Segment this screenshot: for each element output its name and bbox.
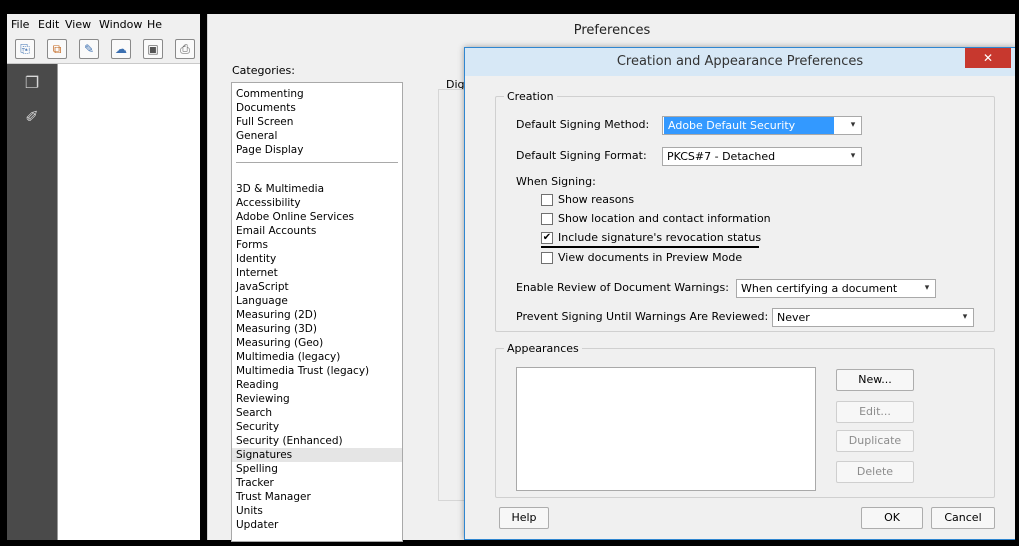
appearances-list[interactable] <box>516 367 816 491</box>
pages-icon[interactable]: ❐ <box>21 72 43 94</box>
category-item[interactable]: Adobe Online Services <box>236 210 354 224</box>
category-item[interactable]: Measuring (3D) <box>236 322 317 336</box>
category-item[interactable]: Trust Manager <box>236 490 311 504</box>
category-item[interactable]: Reading <box>236 378 279 392</box>
chevron-down-icon: ▾ <box>957 309 973 326</box>
combine-files-icon[interactable]: ⧉ <box>47 39 67 59</box>
chevron-down-icon: ▾ <box>845 148 861 165</box>
annotation-underline <box>541 246 759 248</box>
category-item[interactable]: Identity <box>236 252 276 266</box>
creation-group: Creation Default Signing Method: Adobe D… <box>495 90 995 332</box>
category-item[interactable]: Email Accounts <box>236 224 316 238</box>
category-item[interactable]: Search <box>236 406 272 420</box>
attachments-icon[interactable]: ✐ <box>21 106 43 128</box>
category-item[interactable]: Spelling <box>236 462 278 476</box>
close-icon[interactable]: ✕ <box>965 48 1011 68</box>
default-signing-format-label: Default Signing Format: <box>516 149 647 162</box>
screen-border-top <box>0 0 1019 14</box>
navigation-pane: ❐ ✐ <box>7 64 57 540</box>
screen-border-bottom <box>0 540 1019 546</box>
categories-list[interactable]: Commenting Documents Full Screen General… <box>231 82 403 542</box>
category-item[interactable]: 3D & Multimedia <box>236 182 324 196</box>
category-item[interactable]: Units <box>236 504 263 518</box>
appearances-group: Appearances New... Edit... Duplicate Del… <box>495 342 995 498</box>
category-item[interactable]: Updater <box>236 518 278 532</box>
menu-view[interactable]: View <box>65 18 91 31</box>
dialog-title: Creation and Appearance Preferences <box>616 54 864 69</box>
document-area <box>57 64 207 540</box>
include-revocation-label: Include signature's revocation status <box>558 231 762 244</box>
category-item[interactable]: Full Screen <box>236 115 293 129</box>
enable-review-select[interactable]: When certifying a document ▾ <box>736 279 936 298</box>
screen-border-right <box>1015 0 1019 546</box>
default-signing-method-select[interactable]: Adobe Default Security ▾ <box>662 116 862 135</box>
edit-appearance-button[interactable]: Edit... <box>836 401 914 423</box>
category-item[interactable]: Page Display <box>236 143 303 157</box>
document-edge <box>200 14 207 540</box>
save-icon[interactable]: ▣ <box>143 39 163 59</box>
category-item[interactable]: Documents <box>236 101 296 115</box>
show-reasons-label: Show reasons <box>558 193 635 206</box>
prevent-signing-select[interactable]: Never ▾ <box>772 308 974 327</box>
cloud-upload-icon[interactable]: ☁ <box>111 39 131 59</box>
show-location-label: Show location and contact information <box>558 212 771 225</box>
when-signing-label: When Signing: <box>516 175 596 188</box>
new-appearance-button[interactable]: New... <box>836 369 914 391</box>
category-item[interactable]: General <box>236 129 277 143</box>
help-button[interactable]: Help <box>499 507 549 529</box>
preview-mode-label: View documents in Preview Mode <box>558 251 743 264</box>
show-reasons-checkbox[interactable] <box>541 194 553 206</box>
appearances-legend: Appearances <box>504 342 582 355</box>
print-icon[interactable]: ⎙ <box>175 39 195 59</box>
category-item[interactable]: JavaScript <box>236 280 289 294</box>
category-item[interactable]: Language <box>236 294 288 308</box>
categories-label: Categories: <box>232 64 295 77</box>
ok-button[interactable]: OK <box>861 507 923 529</box>
default-signing-method-label: Default Signing Method: <box>516 118 650 131</box>
preview-mode-checkbox[interactable] <box>541 252 553 264</box>
show-location-checkbox[interactable] <box>541 213 553 225</box>
menu-help[interactable]: He <box>147 18 162 31</box>
menu-edit[interactable]: Edit <box>38 18 59 31</box>
enable-review-value: When certifying a document <box>737 280 917 297</box>
category-item[interactable]: Commenting <box>236 87 304 101</box>
menu-bar: File Edit View Window He <box>7 14 207 34</box>
category-item-selected[interactable]: Signatures <box>236 448 292 462</box>
cancel-button[interactable]: Cancel <box>931 507 995 529</box>
duplicate-appearance-button[interactable]: Duplicate <box>836 430 914 452</box>
category-item[interactable]: Tracker <box>236 476 274 490</box>
preferences-title: Preferences <box>208 14 1016 48</box>
chevron-down-icon: ▾ <box>919 280 935 297</box>
creation-appearance-dialog: Creation and Appearance Preferences ✕ Cr… <box>464 47 1016 540</box>
category-item[interactable]: Internet <box>236 266 278 280</box>
category-item[interactable]: Security <box>236 420 279 434</box>
delete-appearance-button[interactable]: Delete <box>836 461 914 483</box>
enable-review-label: Enable Review of Document Warnings: <box>516 281 729 294</box>
include-revocation-checkbox[interactable]: ✔ <box>541 232 553 244</box>
toolbar: ⎘ ⧉ ✎ ☁ ▣ ⎙ <box>7 34 207 64</box>
category-item[interactable]: Accessibility <box>236 196 301 210</box>
category-item[interactable]: Reviewing <box>236 392 290 406</box>
menu-file[interactable]: File <box>11 18 29 31</box>
default-signing-format-select[interactable]: PKCS#7 - Detached ▾ <box>662 147 862 166</box>
screen-border-left <box>0 0 7 546</box>
edit-document-icon[interactable]: ✎ <box>79 39 99 59</box>
category-item[interactable]: Multimedia (legacy) <box>236 350 340 364</box>
category-separator <box>236 162 398 163</box>
dialog-titlebar[interactable]: Creation and Appearance Preferences ✕ <box>465 48 1015 76</box>
default-signing-format-value: PKCS#7 - Detached <box>663 148 841 165</box>
category-item[interactable]: Measuring (2D) <box>236 308 317 322</box>
create-pdf-icon[interactable]: ⎘ <box>15 39 35 59</box>
category-item[interactable]: Forms <box>236 238 268 252</box>
category-item[interactable]: Measuring (Geo) <box>236 336 323 350</box>
category-item[interactable]: Multimedia Trust (legacy) <box>236 364 369 378</box>
creation-legend: Creation <box>504 90 557 103</box>
prevent-signing-value: Never <box>773 309 955 326</box>
category-item[interactable]: Security (Enhanced) <box>236 434 343 448</box>
menu-window[interactable]: Window <box>99 18 142 31</box>
prevent-signing-label: Prevent Signing Until Warnings Are Revie… <box>516 310 769 323</box>
chevron-down-icon: ▾ <box>845 117 861 134</box>
default-signing-method-value: Adobe Default Security <box>664 117 834 134</box>
